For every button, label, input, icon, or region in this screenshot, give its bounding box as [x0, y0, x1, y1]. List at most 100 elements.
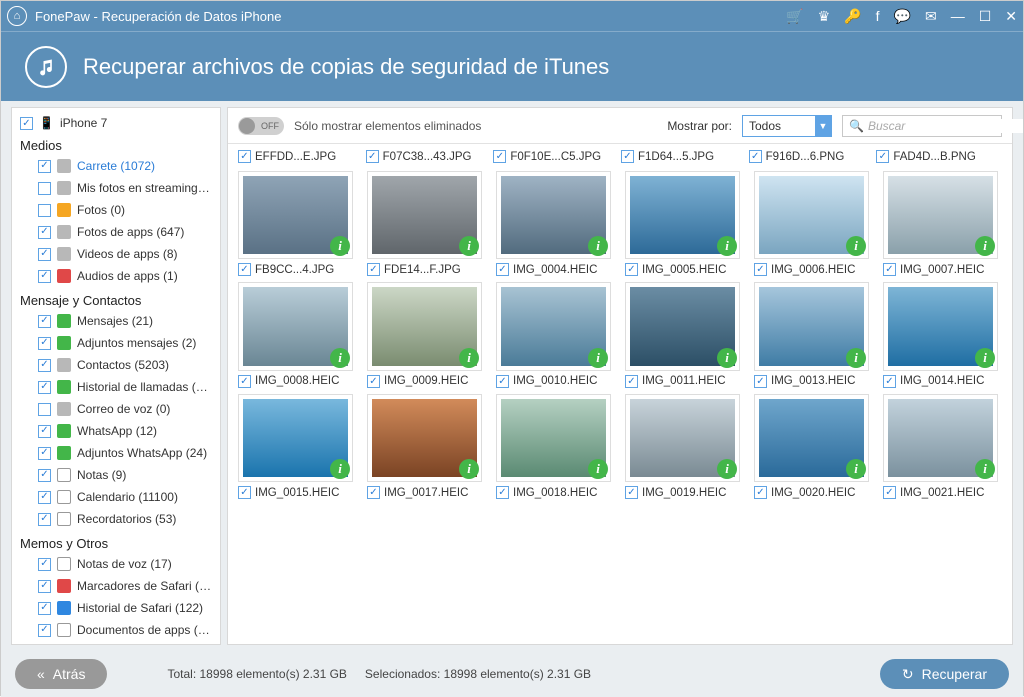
thumbnail-caption[interactable]: IMG_0020.HEIC — [754, 486, 869, 499]
file-name-truncated[interactable]: F916D...6.PNG — [749, 150, 871, 163]
device-row[interactable]: 📱 iPhone 7 — [16, 114, 216, 132]
thumbnail-caption[interactable]: IMG_0009.HEIC — [367, 375, 482, 388]
checkbox[interactable] — [38, 403, 51, 416]
thumbnail-cell[interactable]: iIMG_0021.HEIC — [883, 394, 998, 499]
file-name-truncated[interactable]: F07C38...43.JPG — [366, 150, 488, 163]
maximize-icon[interactable]: ☐ — [979, 8, 992, 25]
thumbnail-caption[interactable]: IMG_0019.HEIC — [625, 486, 740, 499]
thumbnail[interactable]: i — [367, 394, 482, 482]
checkbox[interactable] — [238, 263, 251, 276]
sidebar-item[interactable]: Notas (9) — [16, 464, 216, 486]
checkbox[interactable] — [38, 204, 51, 217]
thumbnail-cell[interactable]: i IMG_0020.HEIC — [754, 394, 869, 499]
checkbox[interactable] — [238, 150, 251, 163]
checkbox[interactable] — [38, 602, 51, 615]
info-icon[interactable]: i — [459, 348, 479, 368]
thumbnail-cell[interactable]: iIMG_0008.HEIC — [238, 282, 353, 387]
thumbnail[interactable]: i — [883, 282, 998, 370]
thumbnail[interactable]: i — [754, 171, 869, 259]
cart-icon[interactable]: 🛒 — [786, 8, 803, 25]
sidebar-item[interactable]: Historial de Safari (122) — [16, 597, 216, 619]
sidebar-item[interactable]: Carrete (1072) — [16, 155, 216, 177]
checkbox[interactable] — [38, 558, 51, 571]
thumbnail-cell[interactable]: i IMG_0013.HEIC — [754, 282, 869, 387]
checkbox[interactable] — [38, 226, 51, 239]
thumbnail-cell[interactable]: iIMG_0015.HEIC — [238, 394, 353, 499]
checkbox[interactable] — [238, 486, 251, 499]
checkbox[interactable] — [883, 486, 896, 499]
checkbox[interactable] — [38, 513, 51, 526]
thumbnail[interactable]: i — [754, 394, 869, 482]
info-icon[interactable]: i — [588, 348, 608, 368]
checkbox[interactable] — [38, 425, 51, 438]
recover-button[interactable]: ↻ Recuperar — [880, 659, 1009, 689]
thumbnail-caption[interactable]: IMG_0017.HEIC — [367, 486, 482, 499]
checkbox[interactable] — [38, 359, 51, 372]
file-name-truncated[interactable]: FAD4D...B.PNG — [876, 150, 998, 163]
checkbox[interactable] — [496, 263, 509, 276]
thumbnail-caption[interactable]: FB9CC...4.JPG — [238, 263, 353, 276]
thumbnail[interactable]: i — [496, 282, 611, 370]
sidebar-item[interactable]: Contactos (5203) — [16, 354, 216, 376]
back-button[interactable]: « Atrás — [15, 659, 107, 689]
thumbnail-caption[interactable]: IMG_0010.HEIC — [496, 375, 611, 388]
thumbnail-cell[interactable]: iFDE14...F.JPG — [367, 171, 482, 276]
facebook-icon[interactable]: f — [876, 8, 880, 25]
sidebar-item[interactable]: Mensajes (21) — [16, 310, 216, 332]
sidebar-item[interactable]: Historial de llamadas (23) — [16, 376, 216, 398]
thumbnail-caption[interactable]: IMG_0006.HEIC — [754, 263, 869, 276]
filter-select[interactable]: Todos ▼ — [742, 115, 832, 137]
thumbnail-caption[interactable]: IMG_0015.HEIC — [238, 486, 353, 499]
checkbox[interactable] — [883, 375, 896, 388]
thumbnail-cell[interactable]: iIMG_0007.HEIC — [883, 171, 998, 276]
thumbnail-caption[interactable]: IMG_0008.HEIC — [238, 375, 353, 388]
checkbox[interactable] — [496, 486, 509, 499]
toggle-deleted-only[interactable]: OFF — [238, 117, 284, 135]
mail-icon[interactable]: ✉ — [925, 8, 937, 25]
thumbnail-cell[interactable]: i IMG_0009.HEIC — [367, 282, 482, 387]
info-icon[interactable]: i — [717, 348, 737, 368]
checkbox[interactable] — [38, 248, 51, 261]
grid-scroll[interactable]: EFFDD...E.JPGF07C38...43.JPGF0F10E...C5.… — [228, 144, 1012, 644]
thumbnail[interactable]: i — [367, 282, 482, 370]
device-checkbox[interactable] — [20, 117, 33, 130]
crown-icon[interactable]: ♛ — [818, 8, 831, 25]
thumbnail[interactable]: i — [367, 171, 482, 259]
thumbnail-cell[interactable]: i IMG_0018.HEIC — [496, 394, 611, 499]
close-icon[interactable]: ✕ — [1005, 8, 1017, 25]
thumbnail-caption[interactable]: IMG_0005.HEIC — [625, 263, 740, 276]
thumbnail-cell[interactable]: iIMG_0014.HEIC — [883, 282, 998, 387]
sidebar-item[interactable]: Marcadores de Safari (634) — [16, 575, 216, 597]
checkbox[interactable] — [493, 150, 506, 163]
chat-icon[interactable]: 💬 — [894, 8, 911, 25]
checkbox[interactable] — [754, 486, 767, 499]
thumbnail-caption[interactable]: IMG_0004.HEIC — [496, 263, 611, 276]
thumbnail-cell[interactable]: i IMG_0004.HEIC — [496, 171, 611, 276]
thumbnail[interactable]: i — [883, 171, 998, 259]
checkbox[interactable] — [38, 491, 51, 504]
thumbnail[interactable]: i — [625, 171, 740, 259]
thumbnail-cell[interactable]: i IMG_0010.HEIC — [496, 282, 611, 387]
thumbnail-caption[interactable]: IMG_0018.HEIC — [496, 486, 611, 499]
thumbnail-caption[interactable]: IMG_0013.HEIC — [754, 375, 869, 388]
checkbox[interactable] — [754, 375, 767, 388]
sidebar-item[interactable]: Mis fotos en streaming (0) — [16, 177, 216, 199]
checkbox[interactable] — [366, 150, 379, 163]
sidebar-item[interactable]: Adjuntos WhatsApp (24) — [16, 442, 216, 464]
checkbox[interactable] — [38, 469, 51, 482]
thumbnail-caption[interactable]: IMG_0021.HEIC — [883, 486, 998, 499]
checkbox[interactable] — [754, 263, 767, 276]
checkbox[interactable] — [883, 263, 896, 276]
checkbox[interactable] — [38, 315, 51, 328]
search-input[interactable] — [868, 119, 1023, 133]
info-icon[interactable]: i — [846, 348, 866, 368]
thumbnail[interactable]: i — [496, 394, 611, 482]
thumbnail[interactable]: i — [496, 171, 611, 259]
checkbox[interactable] — [625, 486, 638, 499]
thumbnail[interactable]: i — [625, 394, 740, 482]
home-icon[interactable]: ⌂ — [7, 6, 27, 26]
info-icon[interactable]: i — [975, 348, 995, 368]
file-name-truncated[interactable]: F1D64...5.JPG — [621, 150, 743, 163]
checkbox[interactable] — [367, 263, 380, 276]
sidebar-item[interactable]: Recordatorios (53) — [16, 508, 216, 530]
